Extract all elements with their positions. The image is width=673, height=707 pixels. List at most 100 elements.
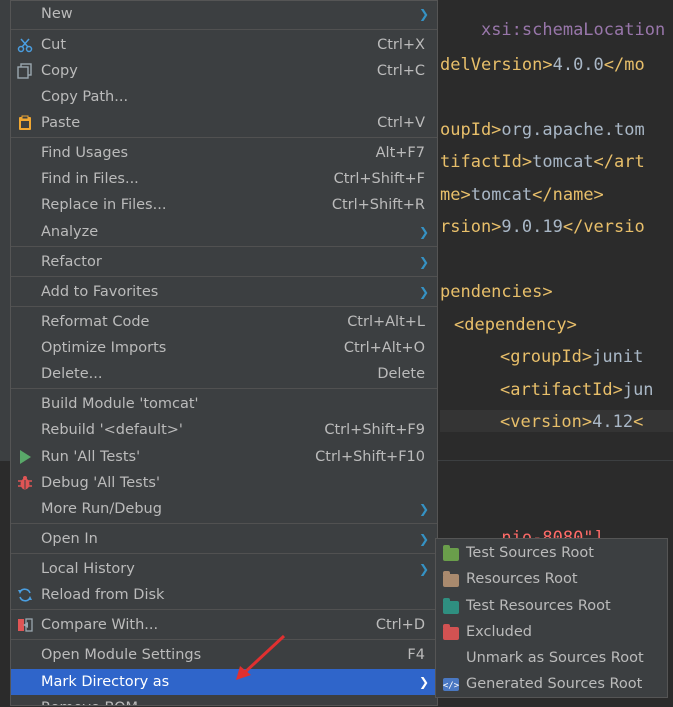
generated-sources-folder-icon: </>: [443, 677, 460, 691]
menu-separator: [11, 246, 437, 247]
editor-line: oupId>org.apache.tom: [440, 120, 645, 140]
run-icon: [17, 449, 33, 465]
compare-icon: [17, 617, 33, 633]
editor-line: pendencies>: [440, 282, 553, 302]
menu-item-copy-path[interactable]: Copy Path...: [11, 84, 437, 110]
menu-separator: [11, 388, 437, 389]
editor-line: <groupId>junit: [500, 347, 644, 367]
menu-item-new[interactable]: New ❯: [11, 1, 437, 27]
menu-item-analyze[interactable]: Analyze ❯: [11, 219, 437, 245]
menu-item-open-in[interactable]: Open In ❯: [11, 526, 437, 552]
menu-item-shortcut: Ctrl+C: [376, 63, 425, 79]
chevron-right-icon: ❯: [418, 502, 429, 516]
chevron-right-icon: ❯: [418, 255, 429, 269]
menu-item-label: Copy Path...: [41, 89, 129, 105]
menu-item-optimize-imports[interactable]: Optimize Imports Ctrl+Alt+O: [11, 335, 437, 361]
menu-item-compare-with[interactable]: Compare With... Ctrl+D: [11, 612, 437, 638]
menu-item-shortcut: Delete: [377, 366, 425, 382]
menu-item-label: Compare With...: [41, 617, 159, 633]
submenu-item-test-sources-root[interactable]: Test Sources Root: [436, 540, 667, 566]
menu-item-label: Remove BOM: [41, 700, 138, 705]
svg-text:</>: </>: [443, 681, 459, 691]
menu-item-build-module-tomcat[interactable]: Build Module 'tomcat': [11, 391, 437, 417]
menu-separator: [11, 523, 437, 524]
menu-item-add-to-favorites[interactable]: Add to Favorites ❯: [11, 279, 437, 305]
menu-item-shortcut: Ctrl+Shift+F: [333, 171, 425, 187]
scissors-icon: [17, 37, 33, 53]
clipboard-icon: [17, 115, 33, 131]
menu-item-label: Replace in Files...: [41, 197, 167, 213]
menu-item-label: Debug 'All Tests': [41, 475, 160, 491]
menu-item-find-in-files[interactable]: Find in Files... Ctrl+Shift+F: [11, 166, 437, 192]
menu-item-delete[interactable]: Delete... Delete: [11, 361, 437, 387]
submenu-item-label: Test Sources Root: [466, 545, 594, 561]
debug-icon: [17, 475, 33, 491]
chevron-right-icon: ❯: [418, 225, 429, 239]
menu-item-replace-in-files[interactable]: Replace in Files... Ctrl+Shift+R: [11, 192, 437, 218]
editor-line: <dependency>: [454, 315, 577, 335]
menu-item-label: Cut: [41, 37, 66, 53]
menu-item-label: Find in Files...: [41, 171, 139, 187]
menu-item-remove-bom[interactable]: Remove BOM: [11, 695, 437, 705]
mark-directory-submenu: Test Sources Root Resources Root Test Reso…: [435, 538, 668, 698]
menu-item-shortcut: Ctrl+Alt+O: [343, 340, 425, 356]
menu-item-shortcut: Ctrl+X: [377, 37, 425, 53]
submenu-item-label: Generated Sources Root: [466, 676, 643, 692]
submenu-item-generated-sources-root[interactable]: </> Generated Sources Root: [436, 671, 667, 697]
console-line: nio-8080"]: [440, 499, 603, 548]
menu-item-shortcut: Ctrl+D: [375, 617, 425, 633]
copy-icon: [17, 63, 33, 79]
menu-item-shortcut: Ctrl+Shift+F10: [315, 449, 425, 465]
menu-item-paste[interactable]: Paste Ctrl+V: [11, 110, 437, 136]
menu-separator: [11, 639, 437, 640]
menu-item-local-history[interactable]: Local History ❯: [11, 556, 437, 582]
menu-item-label: Delete...: [41, 366, 103, 382]
chevron-right-icon: ❯: [418, 532, 429, 546]
menu-item-label: Reformat Code: [41, 314, 150, 330]
menu-item-run-all-tests[interactable]: Run 'All Tests' Ctrl+Shift+F10: [11, 444, 437, 470]
test-sources-folder-icon: [443, 545, 459, 561]
editor-line: <artifactId>jun: [500, 380, 654, 400]
menu-item-label: Run 'All Tests': [41, 449, 141, 465]
menu-item-refactor[interactable]: Refactor ❯: [11, 249, 437, 275]
chevron-right-icon: ❯: [418, 675, 429, 689]
menu-item-label: Rebuild '<default>': [41, 422, 183, 438]
menu-item-debug-all-tests[interactable]: Debug 'All Tests': [11, 470, 437, 496]
submenu-item-label: Resources Root: [466, 571, 578, 587]
menu-item-label: Paste: [41, 115, 81, 131]
menu-item-cut[interactable]: Cut Ctrl+X: [11, 32, 437, 58]
menu-item-mark-directory-as[interactable]: Mark Directory as ❯: [11, 669, 437, 695]
menu-item-label: Open In: [41, 531, 98, 547]
submenu-item-excluded[interactable]: Excluded: [436, 619, 667, 645]
submenu-item-unmark-as-sources-root[interactable]: Unmark as Sources Root: [436, 645, 667, 671]
menu-item-rebuild-default[interactable]: Rebuild '<default>' Ctrl+Shift+F9: [11, 417, 437, 443]
menu-separator: [11, 306, 437, 307]
menu-item-copy[interactable]: Copy Ctrl+C: [11, 58, 437, 84]
menu-item-label: Mark Directory as: [41, 674, 170, 690]
submenu-item-label: Excluded: [466, 624, 533, 640]
chevron-right-icon: ❯: [418, 285, 429, 299]
editor-line: delVersion>4.0.0</mo: [440, 55, 645, 75]
menu-item-reformat-code[interactable]: Reformat Code Ctrl+Alt+L: [11, 309, 437, 335]
submenu-item-label: Unmark as Sources Root: [466, 650, 644, 666]
test-resources-folder-icon: [443, 598, 459, 614]
resources-folder-icon: [443, 571, 459, 587]
menu-item-more-run-debug[interactable]: More Run/Debug ❯: [11, 496, 437, 522]
menu-item-label: Copy: [41, 63, 78, 79]
menu-separator: [11, 276, 437, 277]
menu-item-label: Add to Favorites: [41, 284, 159, 300]
menu-separator: [11, 553, 437, 554]
menu-item-open-module-settings[interactable]: Open Module Settings F4: [11, 642, 437, 668]
chevron-right-icon: ❯: [418, 562, 429, 576]
menu-item-label: Refactor: [41, 254, 102, 270]
menu-item-shortcut: Alt+F7: [375, 145, 425, 161]
menu-item-find-usages[interactable]: Find Usages Alt+F7: [11, 140, 437, 166]
menu-item-reload-from-disk[interactable]: Reload from Disk: [11, 582, 437, 608]
menu-separator: [11, 137, 437, 138]
menu-item-label: New: [41, 6, 73, 22]
menu-item-label: Local History: [41, 561, 135, 577]
submenu-item-test-resources-root[interactable]: Test Resources Root: [436, 593, 667, 619]
reload-icon: [17, 587, 33, 603]
menu-item-label: Optimize Imports: [41, 340, 167, 356]
submenu-item-resources-root[interactable]: Resources Root: [436, 566, 667, 592]
